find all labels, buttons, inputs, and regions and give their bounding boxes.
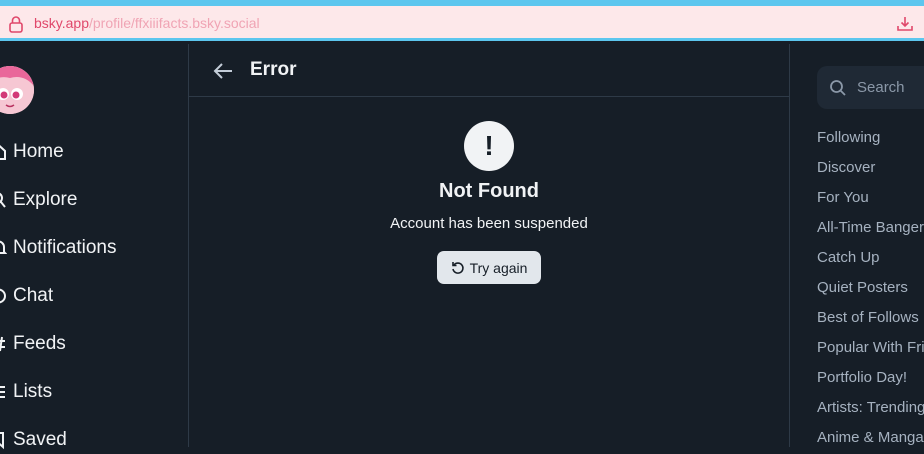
sidebar-item-home[interactable]: Home — [0, 138, 64, 166]
home-icon — [0, 145, 6, 160]
bell-icon — [0, 240, 7, 254]
back-arrow-icon[interactable] — [211, 60, 235, 82]
sidebar-item-feeds[interactable]: Feeds — [0, 330, 66, 358]
left-sidebar: Home Explore Notifications Chat Feeds Li… — [0, 44, 189, 450]
download-icon[interactable] — [896, 15, 914, 33]
sidebar-item-label: Chat — [13, 285, 54, 306]
error-title: Not Found — [439, 180, 539, 202]
sidebar-item-notifications[interactable]: Notifications — [0, 234, 117, 262]
hashtag-icon — [0, 336, 5, 352]
list-icon — [0, 386, 5, 398]
feed-link[interactable]: Artists: Trending — [817, 399, 924, 419]
sidebar-item-label: Home — [13, 141, 64, 162]
lock-icon — [9, 16, 23, 33]
sidebar-item-label: Saved — [13, 429, 67, 450]
feed-link[interactable]: Catch Up — [817, 249, 880, 269]
search-icon — [0, 192, 6, 208]
url-host: bsky.app — [34, 15, 89, 31]
feed-link[interactable]: For You — [817, 189, 869, 209]
right-sidebar: Following Discover For You All-Time Bang… — [790, 44, 924, 447]
search-box[interactable] — [817, 66, 924, 109]
feed-link[interactable]: Following — [817, 129, 880, 149]
sidebar-item-label: Notifications — [13, 237, 117, 258]
feed-link[interactable]: Discover — [817, 159, 875, 179]
sidebar-item-label: Feeds — [13, 333, 66, 354]
feed-link[interactable]: Quiet Posters — [817, 279, 908, 299]
page-header: Error — [189, 44, 789, 97]
url-text[interactable]: bsky.app/profile/ffxiiifacts.bsky.social — [34, 15, 260, 31]
sidebar-item-lists[interactable]: Lists — [0, 378, 52, 406]
feed-link[interactable]: All-Time Bangers — [817, 219, 924, 239]
refresh-icon — [451, 261, 464, 274]
sidebar-item-label: Lists — [13, 381, 53, 402]
feed-link[interactable]: Popular With Friends — [817, 339, 924, 359]
search-input[interactable] — [857, 75, 924, 99]
browser-address-bar[interactable]: bsky.app/profile/ffxiiifacts.bsky.social — [0, 6, 924, 41]
sidebar-item-explore[interactable]: Explore — [0, 186, 77, 214]
error-icon: ! — [464, 121, 514, 171]
feed-link[interactable]: Best of Follows — [817, 309, 919, 329]
sidebar-item-chat[interactable]: Chat — [0, 282, 53, 310]
feed-link[interactable]: Portfolio Day! — [817, 369, 907, 389]
chat-icon — [0, 288, 6, 304]
feed-link[interactable]: Anime & Manga — [817, 429, 924, 447]
try-again-button[interactable]: Try again — [437, 251, 541, 284]
search-icon — [830, 80, 846, 96]
sidebar-item-label: Explore — [13, 189, 78, 210]
page-title: Error — [250, 59, 297, 80]
avatar[interactable] — [0, 66, 34, 114]
avatar-image — [0, 66, 34, 114]
main-column: Error ! Not Found Account has been suspe… — [189, 44, 789, 447]
error-message: Account has been suspended — [390, 215, 588, 232]
url-path: /profile/ffxiiifacts.bsky.social — [89, 15, 260, 31]
bookmark-icon — [0, 432, 4, 450]
app-shell: Home Explore Notifications Chat Feeds Li… — [0, 44, 924, 450]
try-again-label: Try again — [469, 259, 528, 276]
sidebar-item-saved[interactable]: Saved — [0, 426, 67, 454]
